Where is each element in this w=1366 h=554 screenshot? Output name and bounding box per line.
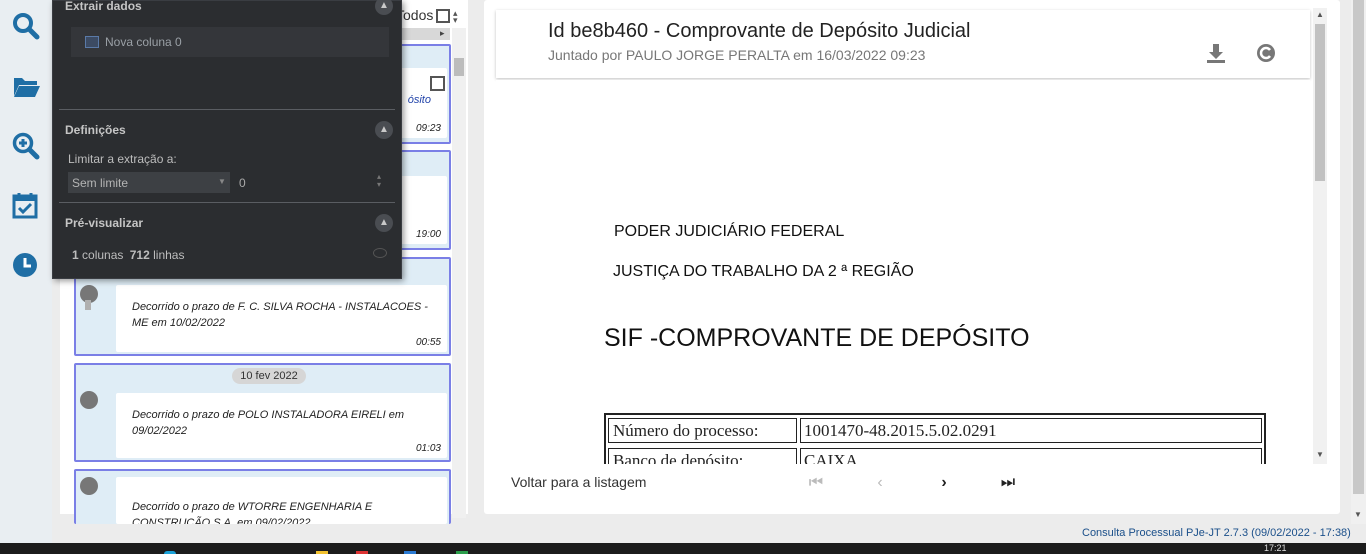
chevron-up-icon[interactable]: ▲ [375,121,393,139]
document-subtitle: Juntado por PAULO JORGE PERALTA em 16/03… [548,47,926,63]
timeline-scrollbar[interactable] [452,28,466,518]
document-footer: Voltar para a listagem ⏮ ‹ › ⏭ [496,466,1310,500]
preview-rows-word: linhas [153,248,185,262]
search-icon[interactable] [11,11,41,41]
table-row: Número do processo: 1001470-48.2015.5.02… [606,415,1264,445]
timeline-item[interactable]: Decorrido o prazo de WTORRE ENGENHARIA E… [74,469,451,524]
table-cell-label: Banco de depósito: [608,448,797,464]
page-scroll-thumb[interactable] [1353,0,1364,494]
next-page-icon[interactable]: › [934,473,954,493]
table-cell-value: CAIXA [800,448,1262,464]
limit-number-input[interactable]: 0 [237,172,389,193]
preview-summary: 1 colunas 712 linhas [72,248,184,262]
document-title: Id be8b460 - Comprovante de Depósito Jud… [548,20,971,42]
calendar-check-icon[interactable] [11,191,41,221]
timeline-dot [80,391,98,409]
chevron-up-icon[interactable]: ▲ [375,214,393,232]
zoom-in-icon[interactable] [11,131,41,161]
taskbar-clock: 17:21 [1264,543,1287,553]
preview-title: Pré-visualizar [65,216,144,230]
preview-rows-count: 712 [129,248,150,262]
first-page-icon[interactable]: ⏮ [806,473,826,493]
table-row: Banco de depósito: CAIXA [606,445,1264,464]
scroll-down-arrow-icon[interactable]: ▼ [1316,450,1324,459]
timeline-item-checkbox[interactable] [430,76,445,91]
timeline-item-time: 00:55 [415,337,441,348]
timeline-item-time: 19:00 [415,229,441,240]
divider [59,202,395,203]
timeline-scroll-thumb[interactable] [454,58,464,76]
chevron-up-icon[interactable]: ▲ [375,0,393,15]
timeline-item-time: 01:03 [415,443,441,454]
back-to-list-link[interactable]: Voltar para a listagem [511,474,646,490]
timeline-item-text: Decorrido o prazo de WTORRE ENGENHARIA E… [132,501,373,524]
side-nav [0,0,52,543]
timeline-item-text: ósito [407,94,431,106]
download-icon[interactable] [1205,42,1227,64]
extract-data-panel: Extrair dados ▲ Nova coluna 0 Definições… [52,0,402,279]
scroll-up-arrow-icon[interactable]: ▲ [1316,10,1324,19]
column-item[interactable]: Nova coluna 0 [71,27,389,57]
version-label: Consulta Processual PJe-JT 2.7.3 (09/02/… [1082,527,1351,539]
deposit-table: Número do processo: 1001470-48.2015.5.02… [604,413,1266,464]
preview-cols-count: 1 [72,248,79,262]
stepper-icon[interactable]: ▴ ▾ [377,173,381,189]
refresh-icon[interactable] [1255,42,1277,64]
timeline-line [85,300,91,310]
limit-label: Limitar a extração a: [68,152,177,166]
timeline-item-time: 09:23 [415,123,441,134]
last-page-icon[interactable]: ⏭ [998,473,1018,493]
document-heading: SIF -COMPROVANTE DE DEPÓSITO [604,324,1030,352]
timeline-dot [80,477,98,495]
document-header: Id be8b460 - Comprovante de Depósito Jud… [496,10,1310,78]
table-cell-value: 1001470-48.2015.5.02.0291 [800,418,1262,443]
previous-page-icon[interactable]: ‹ [870,473,890,493]
table-column-icon [85,36,99,48]
limit-select[interactable]: Sem limite [68,172,230,193]
document-line: JUSTIÇA DO TRABALHO DA 2 ª REGIÃO [613,263,914,280]
scroll-right-arrow-icon[interactable]: ▸ [440,28,445,39]
chevron-down-icon: ▼ [218,177,226,186]
scroll-down-arrow-icon[interactable]: ▾ [453,15,458,26]
document-page: PODER JUDICIÁRIO FEDERAL JUSTIÇA DO TRAB… [496,80,1310,464]
document-scroll-thumb[interactable] [1315,24,1325,181]
definitions-title: Definições [65,123,126,137]
date-chip: 10 fev 2022 [232,368,306,384]
timeline-item-text: Decorrido o prazo de POLO INSTALADORA EI… [132,409,405,437]
timeline-item-text: Decorrido o prazo de F. C. SILVA ROCHA -… [132,301,428,329]
table-cell-label: Número do processo: [608,418,797,443]
taskbar: 17:21 [0,543,1366,554]
clock-icon[interactable] [11,251,41,281]
scroll-down-arrow-icon[interactable]: ▼ [1354,510,1362,519]
column-item-label: Nova coluna 0 [105,35,182,49]
extract-data-title: Extrair dados [65,0,142,13]
document-line: PODER JUDICIÁRIO FEDERAL [614,223,845,240]
preview-cols-word: colunas [82,248,124,262]
timeline-item[interactable]: 10 fev 2022 Decorrido o prazo de POLO IN… [74,363,451,462]
eye-icon[interactable] [373,248,387,258]
folder-open-icon[interactable] [11,71,41,101]
divider [59,109,395,110]
select-all-checkbox[interactable] [436,9,450,23]
